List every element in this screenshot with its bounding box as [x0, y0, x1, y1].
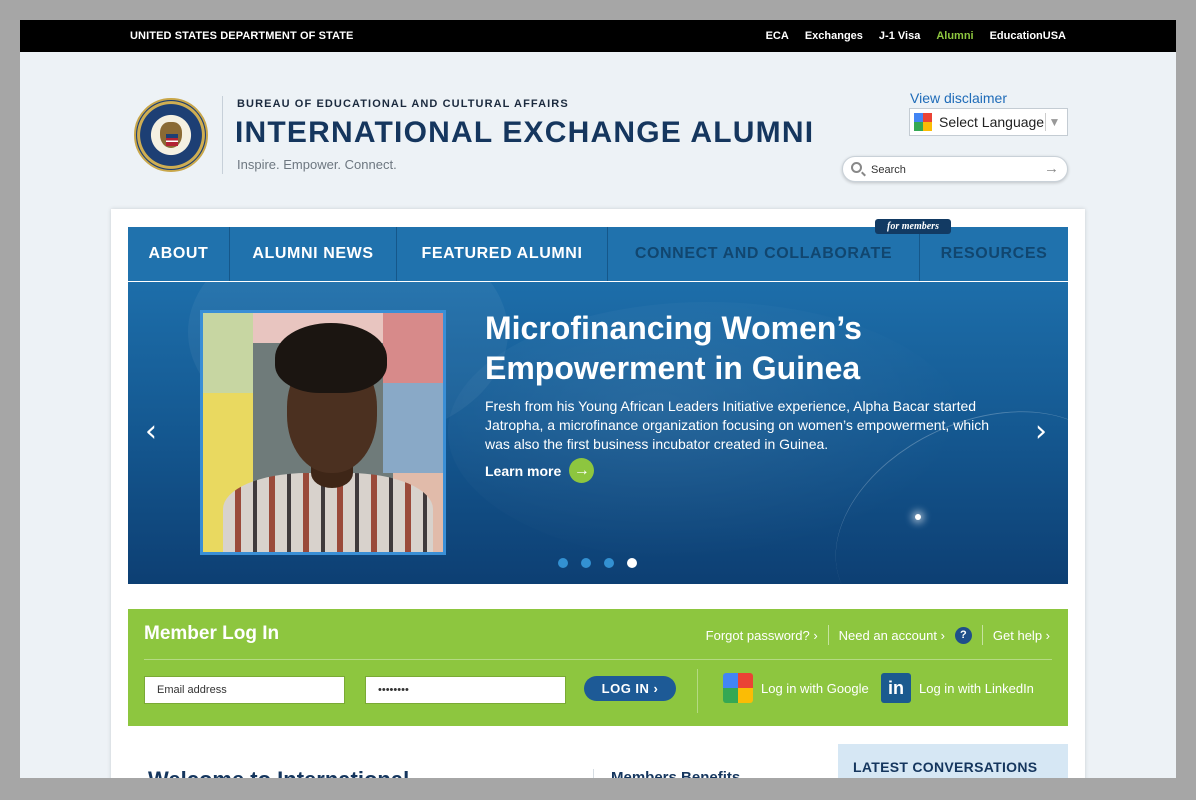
nav-connect-and-collaborate[interactable]: CONNECT AND COLLABORATE — [608, 227, 920, 281]
view-disclaimer-link[interactable]: View disclaimer — [910, 90, 1007, 106]
member-login-title: Member Log In — [144, 623, 280, 644]
forgot-password-link[interactable]: Forgot password? › — [706, 628, 818, 643]
divider — [827, 625, 829, 645]
search-submit-arrow-icon[interactable]: → — [1044, 160, 1059, 177]
site-title[interactable]: INTERNATIONAL EXCHANGE ALUMNI — [235, 116, 814, 150]
linkedin-icon: in — [881, 673, 911, 703]
need-account-link[interactable]: Need an account › — [839, 628, 945, 643]
nav-alumni-news[interactable]: ALUMNI NEWS — [230, 227, 397, 281]
divider — [593, 769, 594, 778]
carousel-prev-icon[interactable]: ‹ — [145, 414, 157, 449]
shield-icon — [166, 134, 178, 146]
carousel-dot-2[interactable] — [581, 558, 591, 568]
top-links: ECA Exchanges J-1 Visa Alumni EducationU… — [766, 30, 1066, 42]
language-select-label: Select Language — [939, 114, 1045, 130]
main-content-card: ABOUT ALUMNI NEWS FEATURED ALUMNI CONNEC… — [111, 209, 1085, 778]
help-question-icon[interactable]: ? — [954, 626, 972, 644]
login-with-google-button[interactable]: Log in with Google — [723, 673, 869, 703]
member-login-panel: Member Log In Forgot password? › Need an… — [128, 609, 1068, 726]
get-help-link[interactable]: Get help › — [993, 628, 1050, 643]
carousel-dot-1[interactable] — [558, 558, 568, 568]
featured-alumni-photo — [200, 310, 446, 555]
bureau-name: BUREAU OF EDUCATIONAL AND CULTURAL AFFAI… — [237, 98, 569, 110]
latest-conversations-heading: LATEST CONVERSATIONS — [853, 759, 1038, 775]
dropdown-arrow-icon[interactable]: ▼ — [1045, 113, 1063, 131]
top-link-j1-visa[interactable]: J-1 Visa — [879, 30, 920, 42]
divider — [697, 669, 698, 713]
search-icon — [851, 162, 862, 173]
state-department-seal-icon[interactable] — [134, 98, 208, 172]
for-members-badge: for members — [875, 219, 951, 234]
main-nav: ABOUT ALUMNI NEWS FEATURED ALUMNI CONNEC… — [128, 227, 1068, 281]
top-link-exchanges[interactable]: Exchanges — [805, 30, 863, 42]
learn-more-label: Learn more — [485, 462, 562, 479]
light-spark — [915, 514, 921, 520]
carousel-dots — [558, 558, 637, 568]
search-input[interactable] — [871, 161, 1031, 179]
header-divider — [222, 96, 223, 174]
login-divider — [144, 659, 1052, 660]
arrow-right-icon: → — [569, 458, 595, 483]
hero-title[interactable]: Microfinancing Women’s Empowerment in Gu… — [485, 308, 935, 388]
hero-description: Fresh from his Young African Leaders Ini… — [485, 398, 990, 452]
top-bar: UNITED STATES DEPARTMENT OF STATE ECA Ex… — [20, 20, 1176, 52]
language-select[interactable]: Select Language ▼ — [909, 108, 1068, 136]
learn-more-link[interactable]: Learn more → — [485, 458, 595, 483]
carousel-dot-3[interactable] — [604, 558, 614, 568]
nav-about[interactable]: ABOUT — [128, 227, 230, 281]
department-link[interactable]: UNITED STATES DEPARTMENT OF STATE — [130, 30, 354, 42]
welcome-heading: Welcome to International — [148, 767, 409, 778]
top-link-eca[interactable]: ECA — [766, 30, 789, 42]
latest-conversations-panel: LATEST CONVERSATIONS — [838, 744, 1068, 778]
login-with-linkedin-button[interactable]: in Log in with LinkedIn — [881, 673, 1034, 703]
google-translate-icon — [914, 113, 932, 131]
carousel-dot-4-active[interactable] — [627, 558, 637, 568]
carousel-next-icon[interactable]: › — [1035, 414, 1047, 449]
divider — [981, 625, 983, 645]
password-field[interactable] — [365, 676, 566, 704]
top-link-alumni[interactable]: Alumni — [936, 30, 973, 42]
top-link-educationusa[interactable]: EducationUSA — [990, 30, 1066, 42]
login-button[interactable]: LOG IN › — [584, 676, 676, 701]
window-shadow — [0, 778, 1196, 800]
nav-resources[interactable]: RESOURCES — [920, 227, 1068, 281]
search-box: → — [842, 156, 1068, 182]
tagline: Inspire. Empower. Connect. — [237, 157, 397, 172]
google-icon — [723, 673, 753, 703]
hero-carousel: ‹ › Microfinancing Women’s Empowerment i… — [128, 282, 1068, 584]
login-help-links: Forgot password? › Need an account › ? G… — [706, 625, 1050, 645]
members-benefits-heading: Members Benefits — [611, 769, 741, 778]
nav-featured-alumni[interactable]: FEATURED ALUMNI — [397, 227, 608, 281]
login-with-linkedin-label: Log in with LinkedIn — [919, 680, 1034, 696]
browser-viewport: UNITED STATES DEPARTMENT OF STATE ECA Ex… — [20, 20, 1176, 778]
login-with-google-label: Log in with Google — [761, 680, 869, 696]
email-field[interactable] — [144, 676, 345, 704]
